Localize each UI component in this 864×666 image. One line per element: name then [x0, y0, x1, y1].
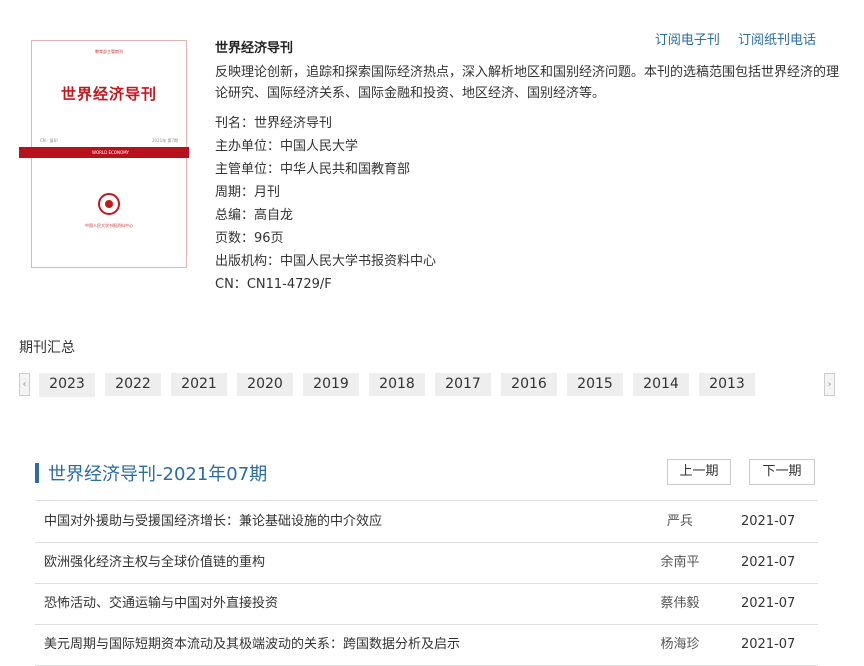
subscribe-links: 订阅电子刊 订阅纸刊电话 — [641, 29, 816, 48]
year-item[interactable]: 2015 — [567, 373, 623, 396]
info-row: 周期：月刊 — [215, 181, 436, 204]
next-issue-button[interactable]: 下一期 — [749, 459, 815, 485]
cover-title: 世界经济导刊 — [60, 85, 157, 103]
info-value: 高自龙 — [254, 208, 294, 223]
cover-small-top: 教育部主管期刊 — [95, 49, 123, 54]
article-date: 2021-07 — [741, 555, 796, 570]
article-author-link[interactable]: 严兵 — [635, 502, 725, 542]
year-item[interactable]: 2013 — [699, 373, 755, 396]
year-item[interactable]: 2022 — [105, 373, 161, 396]
info-row: 页数：96页 — [215, 227, 436, 250]
issue-accent-bar — [35, 463, 39, 483]
article-row: 恐怖活动、交通运输与中国对外直接投资 蔡伟毅 2021-07 — [35, 584, 818, 625]
article-list: 中国对外援助与受援国经济增长：兼论基础设施的中介效应 严兵 2021-07 欧洲… — [35, 502, 818, 666]
article-row: 欧洲强化经济主权与全球价值链的重构 余南平 2021-07 — [35, 543, 818, 584]
info-label: 主办单位： — [215, 139, 281, 154]
info-value: 中国人民大学 — [280, 139, 359, 154]
article-author-link[interactable]: 杨海珍 — [635, 625, 725, 665]
info-row: 主管单位：中华人民共和国教育部 — [215, 158, 436, 181]
info-value: 月刊 — [254, 185, 281, 200]
cover-band-text: WORLD ECONOMY — [92, 150, 129, 155]
info-label: 主管单位： — [215, 162, 281, 177]
article-date: 2021-07 — [741, 637, 796, 652]
chevron-right-icon[interactable]: › — [824, 373, 835, 396]
info-label: CN： — [215, 277, 247, 292]
year-carousel: ‹ 2023 2022 2021 2020 2019 2018 2017 201… — [19, 373, 835, 397]
subscribe-paper-link[interactable]: 订阅纸刊电话 — [738, 33, 816, 48]
cover-seal-icon — [98, 193, 120, 215]
issue-title: 世界经济导刊-2021年07期 — [48, 464, 268, 485]
info-row: 总编：高自龙 — [215, 204, 436, 227]
chevron-left-icon[interactable]: ‹ — [19, 373, 30, 396]
year-item[interactable]: 2012 — [39, 396, 95, 397]
journal-cover: 教育部主管期刊 世界经济导刊 CN · 复印 2021年 第7期 WORLD E… — [19, 40, 189, 268]
year-list: 2023 2022 2021 2020 2019 2018 2017 2016 … — [39, 373, 815, 397]
journal-info: 刊名：世界经济导刊 主办单位：中国人民大学 主管单位：中华人民共和国教育部 周期… — [215, 112, 436, 296]
year-item[interactable]: 2018 — [369, 373, 425, 396]
article-title-link[interactable]: 欧洲强化经济主权与全球价值链的重构 — [44, 543, 265, 583]
info-label: 出版机构： — [215, 254, 281, 269]
article-date: 2021-07 — [741, 596, 796, 611]
info-value: CN11-4729/F — [246, 277, 332, 292]
article-row: 中国对外援助与受援国经济增长：兼论基础设施的中介效应 严兵 2021-07 — [35, 502, 818, 543]
year-item[interactable]: 2021 — [171, 373, 227, 396]
info-row: 刊名：世界经济导刊 — [215, 112, 436, 135]
article-author-link[interactable]: 蔡伟毅 — [635, 584, 725, 624]
info-value: 世界经济导刊 — [254, 116, 333, 131]
info-row: CN：CN11-4729/F — [215, 273, 436, 296]
year-item[interactable]: 2014 — [633, 373, 689, 396]
info-label: 总编： — [215, 208, 255, 223]
info-row: 主办单位：中国人民大学 — [215, 135, 436, 158]
info-row: 出版机构：中国人民大学书报资料中心 — [215, 250, 436, 273]
year-item[interactable]: 2020 — [237, 373, 293, 396]
article-title-link[interactable]: 美元周期与国际短期资本流动及其极端波动的关系：跨国数据分析及启示 — [44, 625, 460, 665]
article-title-link[interactable]: 恐怖活动、交通运输与中国对外直接投资 — [44, 584, 278, 624]
cover-band: WORLD ECONOMY — [19, 147, 189, 158]
cover-issue-left: CN · 复印 — [40, 138, 58, 143]
info-value: 中华人民共和国教育部 — [280, 162, 411, 177]
year-item[interactable]: 2017 — [435, 373, 491, 396]
journal-description: 反映理论创新，追踪和探索国际经济热点，深入解析地区和国别经济问题。本刊的选稿范围… — [215, 65, 840, 101]
journal-title: 世界经济导刊 — [215, 41, 294, 56]
subscribe-electronic-link[interactable]: 订阅电子刊 — [655, 33, 720, 48]
prev-issue-button[interactable]: 上一期 — [667, 459, 731, 485]
issue-header: 世界经济导刊-2021年07期 上一期 下一期 — [35, 458, 818, 501]
year-item[interactable]: 2016 — [501, 373, 557, 396]
year-item[interactable]: 2023 — [39, 373, 95, 396]
info-label: 周期： — [215, 185, 255, 200]
info-label: 刊名： — [215, 116, 255, 131]
info-value: 96页 — [254, 231, 284, 246]
info-value: 中国人民大学书报资料中心 — [280, 254, 437, 269]
article-date: 2021-07 — [741, 514, 796, 529]
year-item[interactable]: 2019 — [303, 373, 359, 396]
info-label: 页数： — [215, 231, 255, 246]
cover-publisher: 中国人民大学书报资料中心 — [85, 223, 133, 228]
article-row: 美元周期与国际短期资本流动及其极端波动的关系：跨国数据分析及启示 杨海珍 202… — [35, 625, 818, 666]
article-author-link[interactable]: 余南平 — [635, 543, 725, 583]
article-title-link[interactable]: 中国对外援助与受援国经济增长：兼论基础设施的中介效应 — [44, 502, 382, 542]
summary-label: 期刊汇总 — [19, 340, 75, 356]
cover-issue-right: 2021年 第7期 — [152, 138, 178, 143]
